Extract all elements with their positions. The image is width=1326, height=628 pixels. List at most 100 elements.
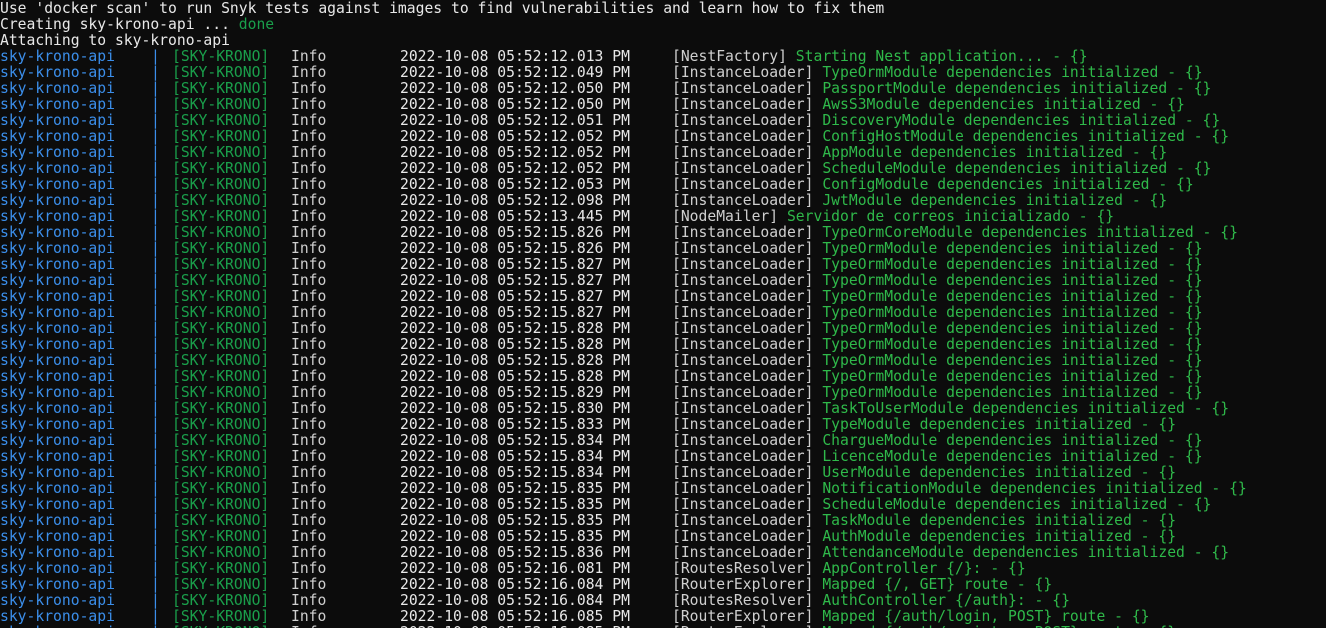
log-context: [InstanceLoader] xyxy=(672,320,823,337)
log-service-name: sky-krono-api xyxy=(0,96,115,113)
log-line: sky-krono-api | [SKY-KRONO] Info 2022-10-08 … xyxy=(0,177,1326,193)
log-separator: | xyxy=(151,288,160,305)
log-level: Info xyxy=(291,176,327,193)
log-context: [InstanceLoader] xyxy=(672,544,823,561)
log-context: [InstanceLoader] xyxy=(672,96,823,113)
log-context: [InstanceLoader] xyxy=(672,432,823,449)
log-message: DiscoveryModule dependencies initialized… xyxy=(822,112,1221,129)
log-level: Info xyxy=(291,496,327,513)
log-line: sky-krono-api | [SKY-KRONO] Info 2022-10-08 … xyxy=(0,145,1326,161)
log-service-name: sky-krono-api xyxy=(0,192,115,209)
log-message: Mapped {/auth/login, POST} route - {} xyxy=(822,608,1150,625)
log-level: Info xyxy=(291,512,327,529)
log-message: ConfigModule dependencies initialized - … xyxy=(822,176,1194,193)
log-context: [InstanceLoader] xyxy=(672,176,823,193)
log-timestamp: 2022-10-08 05:52:15.826 PM xyxy=(400,240,630,257)
log-message: AwsS3Module dependencies initialized - {… xyxy=(822,96,1185,113)
log-timestamp: 2022-10-08 05:52:16.084 PM xyxy=(400,576,630,593)
log-app-tag: [SKY-KRONO] xyxy=(172,416,270,433)
log-level: Info xyxy=(291,384,327,401)
log-service-name: sky-krono-api xyxy=(0,352,115,369)
log-level: Info xyxy=(291,240,327,257)
log-message: AttendanceModule dependencies initialize… xyxy=(822,544,1230,561)
log-output: sky-krono-api | [SKY-KRONO] Info 2022-10-08 … xyxy=(0,49,1326,628)
log-context: [InstanceLoader] xyxy=(672,304,823,321)
log-message: LicenceModule dependencies initialized -… xyxy=(822,448,1203,465)
creating-service-text: Creating sky-krono-api ... xyxy=(0,16,239,33)
log-timestamp: 2022-10-08 05:52:12.013 PM xyxy=(400,48,630,65)
log-level: Info xyxy=(291,480,327,497)
log-service-name: sky-krono-api xyxy=(0,496,115,513)
log-line: sky-krono-api | [SKY-KRONO] Info 2022-10-08 … xyxy=(0,417,1326,433)
log-line: sky-krono-api | [SKY-KRONO] Info 2022-10-08 … xyxy=(0,65,1326,81)
log-level: Info xyxy=(291,544,327,561)
log-service-name: sky-krono-api xyxy=(0,320,115,337)
log-message: TypeOrmModule dependencies initialized -… xyxy=(822,320,1203,337)
log-message: AuthModule dependencies initialized - {} xyxy=(822,528,1177,545)
log-level: Info xyxy=(291,464,327,481)
log-context: [InstanceLoader] xyxy=(672,80,823,97)
log-context: [RoutesResolver] xyxy=(672,592,823,609)
log-message: ScheduleModule dependencies initialized … xyxy=(822,160,1212,177)
log-context: [NestFactory] xyxy=(672,48,796,65)
log-level: Info xyxy=(291,224,327,241)
log-separator: | xyxy=(151,224,160,241)
log-app-tag: [SKY-KRONO] xyxy=(172,448,270,465)
log-app-tag: [SKY-KRONO] xyxy=(172,560,270,577)
log-timestamp: 2022-10-08 05:52:15.827 PM xyxy=(400,272,630,289)
log-service-name: sky-krono-api xyxy=(0,224,115,241)
log-service-name: sky-krono-api xyxy=(0,528,115,545)
log-message: TypeOrmModule dependencies initialized -… xyxy=(822,352,1203,369)
terminal-window[interactable]: Use 'docker scan' to run Snyk tests agai… xyxy=(0,0,1326,628)
log-level: Info xyxy=(291,80,327,97)
log-service-name: sky-krono-api xyxy=(0,592,115,609)
log-context: [InstanceLoader] xyxy=(672,464,823,481)
log-line: sky-krono-api | [SKY-KRONO] Info 2022-10-08 … xyxy=(0,273,1326,289)
log-separator: | xyxy=(151,272,160,289)
log-timestamp: 2022-10-08 05:52:12.050 PM xyxy=(400,96,630,113)
log-message: Mapped {/, GET} route - {} xyxy=(822,576,1053,593)
log-service-name: sky-krono-api xyxy=(0,464,115,481)
log-timestamp: 2022-10-08 05:52:16.085 PM xyxy=(400,608,630,625)
log-app-tag: [SKY-KRONO] xyxy=(172,352,270,369)
log-separator: | xyxy=(151,576,160,593)
log-level: Info xyxy=(291,528,327,545)
log-separator: | xyxy=(151,304,160,321)
log-app-tag: [SKY-KRONO] xyxy=(172,128,270,145)
log-context: [NodeMailer] xyxy=(672,208,787,225)
log-level: Info xyxy=(291,64,327,81)
log-line: sky-krono-api | [SKY-KRONO] Info 2022-10-08 … xyxy=(0,401,1326,417)
log-separator: | xyxy=(151,592,160,609)
log-level: Info xyxy=(291,352,327,369)
log-app-tag: [SKY-KRONO] xyxy=(172,320,270,337)
log-app-tag: [SKY-KRONO] xyxy=(172,608,270,625)
log-service-name: sky-krono-api xyxy=(0,400,115,417)
log-message: Mapped {/auth/register, POST} route - {} xyxy=(822,624,1176,628)
log-app-tag: [SKY-KRONO] xyxy=(172,80,270,97)
log-timestamp: 2022-10-08 05:52:12.052 PM xyxy=(400,144,630,161)
log-app-tag: [SKY-KRONO] xyxy=(172,176,270,193)
log-line: sky-krono-api | [SKY-KRONO] Info 2022-10-08 … xyxy=(0,49,1326,65)
log-service-name: sky-krono-api xyxy=(0,448,115,465)
log-context: [InstanceLoader] xyxy=(672,528,823,545)
log-context: [InstanceLoader] xyxy=(672,192,823,209)
log-level: Info xyxy=(291,160,327,177)
log-context: [InstanceLoader] xyxy=(672,336,823,353)
log-line: sky-krono-api | [SKY-KRONO] Info 2022-10-08 … xyxy=(0,609,1326,625)
log-service-name: sky-krono-api xyxy=(0,272,115,289)
log-separator: | xyxy=(151,320,160,337)
log-context: [InstanceLoader] xyxy=(672,272,823,289)
log-context: [InstanceLoader] xyxy=(672,352,823,369)
log-app-tag: [SKY-KRONO] xyxy=(172,384,270,401)
log-timestamp: 2022-10-08 05:52:15.828 PM xyxy=(400,336,630,353)
log-timestamp: 2022-10-08 05:52:12.052 PM xyxy=(400,128,630,145)
terminal-line: Use 'docker scan' to run Snyk tests agai… xyxy=(0,1,1326,17)
log-line: sky-krono-api | [SKY-KRONO] Info 2022-10-08 … xyxy=(0,305,1326,321)
log-service-name: sky-krono-api xyxy=(0,416,115,433)
log-level: Info xyxy=(291,592,327,609)
log-separator: | xyxy=(151,416,160,433)
log-service-name: sky-krono-api xyxy=(0,384,115,401)
log-level: Info xyxy=(291,96,327,113)
log-separator: | xyxy=(151,432,160,449)
log-context: [InstanceLoader] xyxy=(672,112,823,129)
